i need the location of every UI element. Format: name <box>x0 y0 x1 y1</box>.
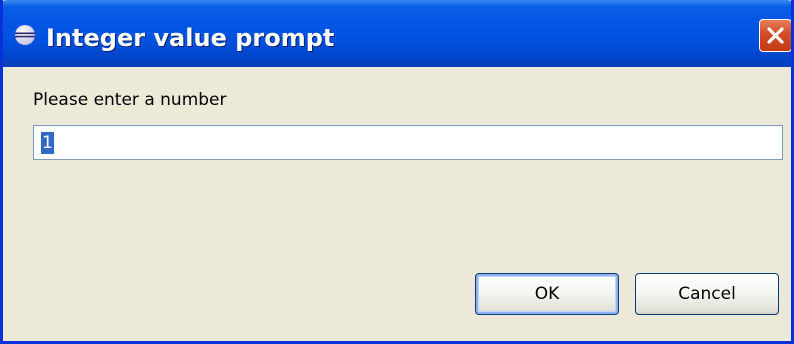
ok-button[interactable]: OK <box>475 273 619 315</box>
close-button[interactable] <box>759 19 791 52</box>
dialog-content: Please enter a number 1 OK Cancel <box>3 67 791 341</box>
title-bar[interactable]: Integer value prompt <box>3 0 791 67</box>
number-input[interactable]: 1 <box>33 125 783 160</box>
input-value-selected[interactable]: 1 <box>41 132 54 154</box>
dialog-window: Integer value prompt Please enter a numb… <box>0 0 794 344</box>
close-icon <box>767 27 784 44</box>
eclipse-icon <box>14 24 36 46</box>
window-title: Integer value prompt <box>46 24 335 52</box>
prompt-label: Please enter a number <box>33 90 227 110</box>
cancel-button[interactable]: Cancel <box>635 273 779 315</box>
